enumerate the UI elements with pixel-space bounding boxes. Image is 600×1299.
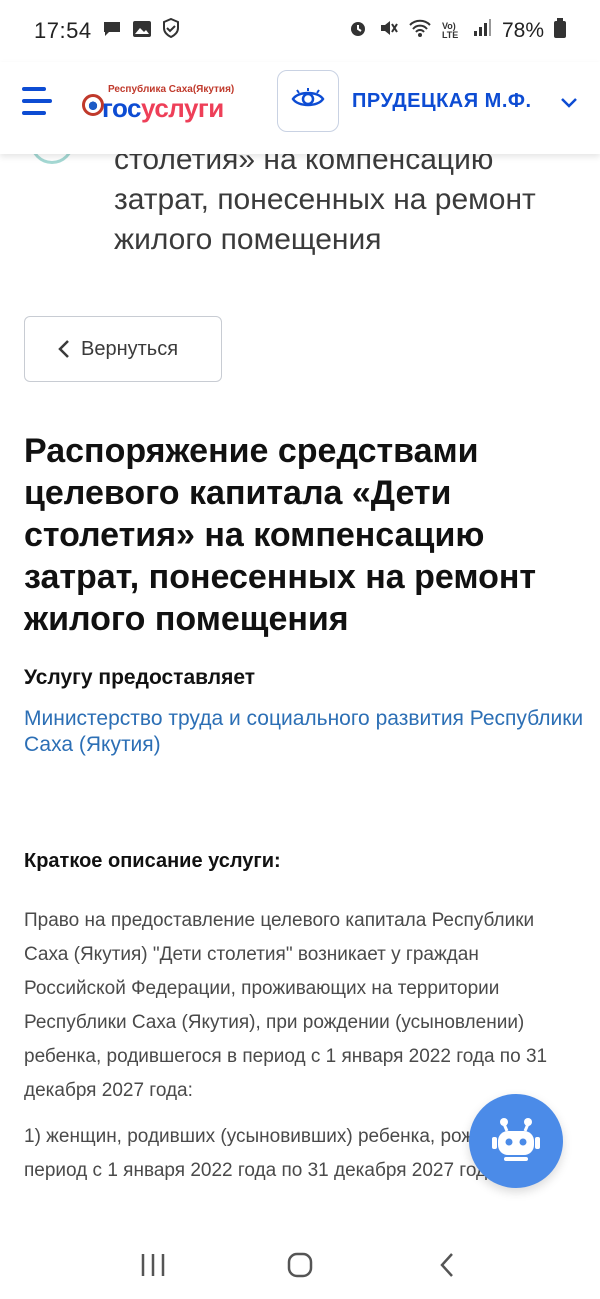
system-nav-bar (0, 1230, 600, 1299)
logo-part1: гос (102, 93, 142, 123)
eye-icon (291, 87, 325, 116)
scrolled-title: столетия» на компенсацию затрат, понесен… (114, 143, 536, 256)
status-left: 17:54 (34, 17, 180, 44)
recent-apps-icon[interactable] (123, 1240, 183, 1290)
status-right: Vo) LTE 78% (348, 18, 566, 44)
screen: 17:54 Vo) LTE 78% столетия» на компенсац… (0, 0, 600, 1299)
status-time: 17:54 (34, 18, 92, 43)
description-paragraph: Право на предоставление целевого капитал… (24, 910, 548, 1101)
user-name[interactable]: ПРУДЕЦКАЯ М.Ф. (352, 90, 532, 113)
accessibility-button[interactable] (277, 70, 339, 132)
home-icon[interactable] (270, 1240, 330, 1290)
battery-level: 78% (501, 19, 544, 42)
description-label: Краткое описание услуги: (24, 850, 281, 872)
shield-check-icon (162, 17, 180, 44)
menu-icon[interactable] (22, 87, 52, 115)
logo-part2: услуги (141, 93, 224, 123)
signal-icon (472, 18, 492, 44)
app-header: Республика Саха(Якутия) госуслуги ПРУДЕЦ… (0, 62, 600, 154)
battery-icon (554, 18, 566, 44)
alarm-icon (348, 18, 368, 44)
image-icon (132, 18, 152, 44)
wifi-icon (408, 18, 432, 44)
mute-icon (378, 18, 398, 44)
gosuslugi-logo[interactable]: Республика Саха(Якутия) госуслуги (80, 82, 255, 134)
back-button-label: Вернуться (81, 337, 179, 360)
chevron-down-icon[interactable] (558, 92, 580, 114)
logo-emblem-icon (82, 94, 104, 116)
status-bar: 17:54 Vo) LTE 78% (0, 0, 600, 62)
robot-icon (492, 1118, 540, 1161)
chat-bubble-icon (102, 18, 122, 44)
volte-icon: Vo) LTE (441, 21, 459, 40)
provider-label: Услугу предоставляет (24, 666, 256, 689)
assistant-button[interactable] (469, 1094, 563, 1188)
back-button[interactable]: Вернуться (24, 316, 222, 382)
page-title: Распоряжение средствами целевого капитал… (24, 432, 537, 638)
back-icon[interactable] (417, 1240, 477, 1290)
chevron-left-icon (58, 340, 69, 358)
logo-text: госуслуги (102, 93, 224, 124)
provider-link[interactable]: Министерство труда и социального развити… (24, 706, 584, 758)
